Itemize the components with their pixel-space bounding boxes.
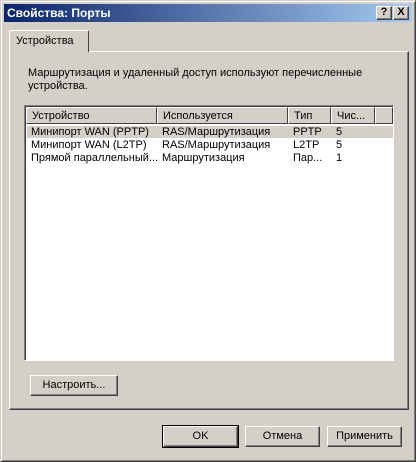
- column-header-device[interactable]: Устройство: [26, 107, 157, 124]
- cell-type: Пар...: [293, 152, 323, 164]
- cell-type: PPTP: [293, 126, 322, 138]
- window-title: Свойства: Порты: [7, 6, 111, 20]
- close-button[interactable]: X: [393, 6, 409, 20]
- tab-devices[interactable]: Устройства: [9, 30, 89, 52]
- title-bar[interactable]: Свойства: Порты ? X: [4, 4, 412, 22]
- properties-window: Свойства: Порты ? X Устройства Маршрутиз…: [0, 0, 416, 462]
- configure-button[interactable]: Настроить...: [30, 375, 118, 396]
- column-header-filler: [375, 107, 393, 124]
- tab-panel: Маршрутизация и удаленный доступ использ…: [9, 51, 409, 410]
- column-header-type[interactable]: Тип: [288, 107, 331, 124]
- cell-device: Минипорт WAN (PPTP): [31, 126, 149, 138]
- cell-used: RAS/Маршрутизация: [162, 139, 271, 151]
- apply-button[interactable]: Применить: [327, 426, 402, 447]
- cell-count: 5: [336, 126, 343, 138]
- column-header-used[interactable]: Используется: [157, 107, 288, 124]
- cell-used: RAS/Маршрутизация: [162, 126, 271, 138]
- tab-devices-label: Устройства: [16, 35, 74, 47]
- cancel-button[interactable]: Отмена: [245, 426, 320, 447]
- cell-device: Минипорт WAN (L2TP): [31, 139, 147, 151]
- help-button[interactable]: ?: [376, 6, 392, 20]
- cell-count: 5: [336, 139, 343, 151]
- cell-count: 1: [336, 152, 343, 164]
- table-row[interactable]: Минипорт WAN (PPTP) RAS/Маршрутизация PP…: [27, 126, 393, 138]
- cell-device: Прямой параллельный...: [31, 152, 159, 164]
- cell-used: Маршрутизация: [162, 152, 245, 164]
- ok-button[interactable]: OK: [162, 425, 239, 448]
- column-header-count[interactable]: Чис...: [331, 107, 375, 124]
- description-text: Маршрутизация и удаленный доступ использ…: [28, 67, 363, 92]
- table-row[interactable]: Минипорт WAN (L2TP) RAS/Маршрутизация L2…: [27, 139, 393, 151]
- devices-list[interactable]: Устройство Используется Тип Чис... Минип…: [24, 105, 394, 361]
- cell-type: L2TP: [293, 139, 320, 151]
- table-row[interactable]: Прямой параллельный... Маршрутизация Пар…: [27, 152, 393, 164]
